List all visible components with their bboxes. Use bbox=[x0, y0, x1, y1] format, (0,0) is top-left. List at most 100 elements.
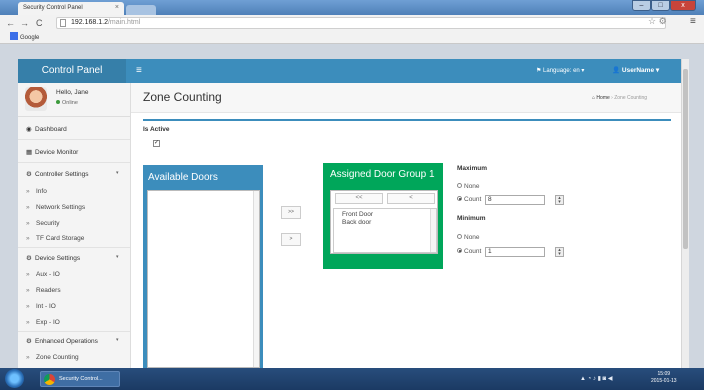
sidebar-item-zone-counting[interactable]: » Zone Counting bbox=[18, 354, 130, 361]
sub-bullet-icon: » bbox=[26, 204, 30, 211]
divider bbox=[18, 162, 130, 163]
radio-icon[interactable] bbox=[457, 183, 462, 188]
sidebar-item-controller-settings[interactable]: ⚙ Controller Settings ▾ bbox=[18, 170, 130, 178]
system-tray[interactable]: ▲ ◔ ♪ ▮ ◙ ◀ bbox=[580, 375, 612, 382]
assigned-group-title: Assigned Door Group 1 bbox=[330, 169, 435, 180]
maximum-label: Maximum bbox=[457, 165, 487, 172]
main-content: Zone Counting ⌂ Home › Zone Counting Is … bbox=[131, 83, 681, 368]
remove-one-button[interactable]: < bbox=[387, 193, 435, 204]
tab-close-icon[interactable]: × bbox=[115, 4, 119, 11]
back-arrow-icon[interactable]: ← bbox=[6, 18, 15, 28]
divider bbox=[18, 331, 130, 332]
gears-icon: ⚙ bbox=[26, 338, 32, 345]
tab-title: Security Control Panel bbox=[23, 5, 83, 11]
remove-all-button[interactable]: << bbox=[335, 193, 383, 204]
option-label: None bbox=[464, 234, 480, 241]
radio-icon[interactable] bbox=[457, 234, 462, 239]
sub-bullet-icon: » bbox=[26, 188, 30, 195]
address-bar[interactable]: 192.168.1.2/main.html bbox=[56, 17, 666, 29]
avatar bbox=[25, 87, 47, 111]
window-close-button[interactable]: x bbox=[670, 0, 696, 11]
sidebar-item-label: Device Monitor bbox=[35, 149, 79, 156]
list-item[interactable]: Front Door bbox=[342, 211, 373, 218]
sidebar-item-readers[interactable]: » Readers bbox=[18, 287, 130, 294]
sidebar-item-label: Network Settings bbox=[36, 204, 86, 211]
minimum-count-input[interactable]: 1 bbox=[485, 247, 545, 257]
available-doors-box: Available Doors bbox=[143, 165, 263, 368]
scrollbar-thumb[interactable] bbox=[683, 69, 688, 249]
radio-selected-icon[interactable] bbox=[457, 248, 462, 253]
sidebar-item-dashboard[interactable]: ◉ Dashboard bbox=[18, 125, 130, 133]
divider bbox=[18, 247, 130, 248]
browser-menu-icon[interactable]: ≡ bbox=[690, 16, 696, 27]
bookmark-label: Google bbox=[20, 35, 40, 41]
list-scrollbar[interactable] bbox=[430, 209, 436, 252]
maximize-button[interactable]: □ bbox=[651, 0, 670, 11]
status-label: Online bbox=[62, 100, 78, 106]
online-dot-icon bbox=[56, 100, 60, 104]
sidebar-item-label: Exp - IO bbox=[36, 319, 60, 326]
divider bbox=[18, 139, 130, 140]
brand-logo[interactable]: Control Panel bbox=[18, 59, 126, 83]
minimum-count-option[interactable]: Count bbox=[457, 248, 481, 255]
sidebar-item-label: Device Settings bbox=[35, 255, 81, 262]
sub-bullet-icon: » bbox=[26, 235, 30, 242]
minimum-count-spinner[interactable]: ▴ ▾ bbox=[555, 247, 564, 257]
sidebar-item-label: Enhanced Operations bbox=[35, 338, 98, 345]
sub-bullet-icon: » bbox=[26, 220, 30, 227]
available-doors-list[interactable] bbox=[147, 190, 260, 368]
sidebar-item-network-settings[interactable]: » Network Settings bbox=[18, 204, 130, 211]
sub-bullet-icon: » bbox=[26, 354, 30, 361]
breadcrumb-current: Zone Counting bbox=[614, 95, 648, 101]
chevron-down-icon: ▾ bbox=[116, 170, 119, 176]
sidebar-item-tf-card-storage[interactable]: » TF Card Storage bbox=[18, 235, 130, 242]
is-active-checkbox[interactable]: ✓ bbox=[153, 140, 160, 147]
sidebar-item-label: Aux - IO bbox=[36, 271, 60, 278]
maximum-none-option[interactable]: None bbox=[457, 183, 480, 190]
user-greeting: Hello, Jane bbox=[56, 89, 89, 96]
sub-bullet-icon: » bbox=[26, 271, 30, 278]
language-dropdown[interactable]: ⚑ Language: en ▾ bbox=[536, 67, 584, 74]
start-button[interactable] bbox=[5, 369, 24, 388]
sidebar-item-security[interactable]: » Security bbox=[18, 220, 130, 227]
os-taskbar: Security Control... ▲ ◔ ♪ ▮ ◙ ◀ 15:09 20… bbox=[0, 368, 704, 390]
reload-icon[interactable]: C bbox=[36, 18, 43, 28]
list-scrollbar[interactable] bbox=[253, 191, 259, 367]
new-tab-button[interactable] bbox=[126, 5, 156, 15]
radio-selected-icon[interactable] bbox=[457, 196, 462, 201]
sidebar-item-label: Zone Counting bbox=[36, 354, 79, 361]
sidebar-item-label: Controller Settings bbox=[35, 171, 89, 178]
sidebar-item-info[interactable]: » Info bbox=[18, 188, 130, 195]
browser-tab[interactable]: Security Control Panel × bbox=[18, 2, 124, 15]
user-menu[interactable]: 👤 UserName ▾ bbox=[612, 66, 659, 74]
taskbar-item-browser[interactable]: Security Control... bbox=[40, 371, 120, 387]
flag-icon: ⚑ bbox=[536, 68, 544, 74]
forward-arrow-icon[interactable]: → bbox=[20, 18, 29, 28]
breadcrumb-home[interactable]: ⌂ Home bbox=[592, 95, 610, 101]
sidebar-item-label: Int - IO bbox=[36, 303, 56, 310]
sub-bullet-icon: » bbox=[26, 319, 30, 326]
minimum-none-option[interactable]: None bbox=[457, 234, 480, 241]
sidebar-item-label: Readers bbox=[36, 287, 61, 294]
gears-icon: ⚙ bbox=[26, 255, 32, 262]
minimize-button[interactable]: – bbox=[632, 0, 651, 11]
move-one-right-button[interactable]: > bbox=[281, 233, 301, 246]
assigned-doors-list[interactable]: Front Door Back door bbox=[333, 208, 437, 253]
sidebar-item-exp-io[interactable]: » Exp - IO bbox=[18, 319, 130, 326]
sidebar-item-device-settings[interactable]: ⚙ Device Settings ▾ bbox=[18, 254, 130, 262]
page-scrollbar[interactable] bbox=[681, 59, 689, 368]
sidebar-toggle-icon[interactable]: ≡ bbox=[136, 65, 142, 76]
move-all-right-button[interactable]: >> bbox=[281, 206, 301, 219]
maximum-count-input[interactable]: 8 bbox=[485, 195, 545, 205]
maximum-count-spinner[interactable]: ▴ ▾ bbox=[555, 195, 564, 205]
sidebar-item-device-monitor[interactable]: ▦ Device Monitor bbox=[18, 148, 130, 156]
sidebar-item-aux-io[interactable]: » Aux - IO bbox=[18, 271, 130, 278]
sidebar-item-enhanced-operations[interactable]: ⚙ Enhanced Operations ▾ bbox=[18, 337, 130, 345]
list-item[interactable]: Back door bbox=[342, 219, 371, 226]
sidebar-item-int-io[interactable]: » Int - IO bbox=[18, 303, 130, 310]
app-header: Control Panel ≡ ⚑ Language: en ▾ 👤 UserN… bbox=[18, 59, 681, 83]
clock[interactable]: 15:09 2015-01-13 bbox=[651, 371, 677, 385]
bookmark-google[interactable]: Google bbox=[10, 32, 39, 41]
maximum-count-option[interactable]: Count bbox=[457, 196, 481, 203]
bookmark-star-icon[interactable]: ☆ ⚙ bbox=[648, 16, 667, 27]
